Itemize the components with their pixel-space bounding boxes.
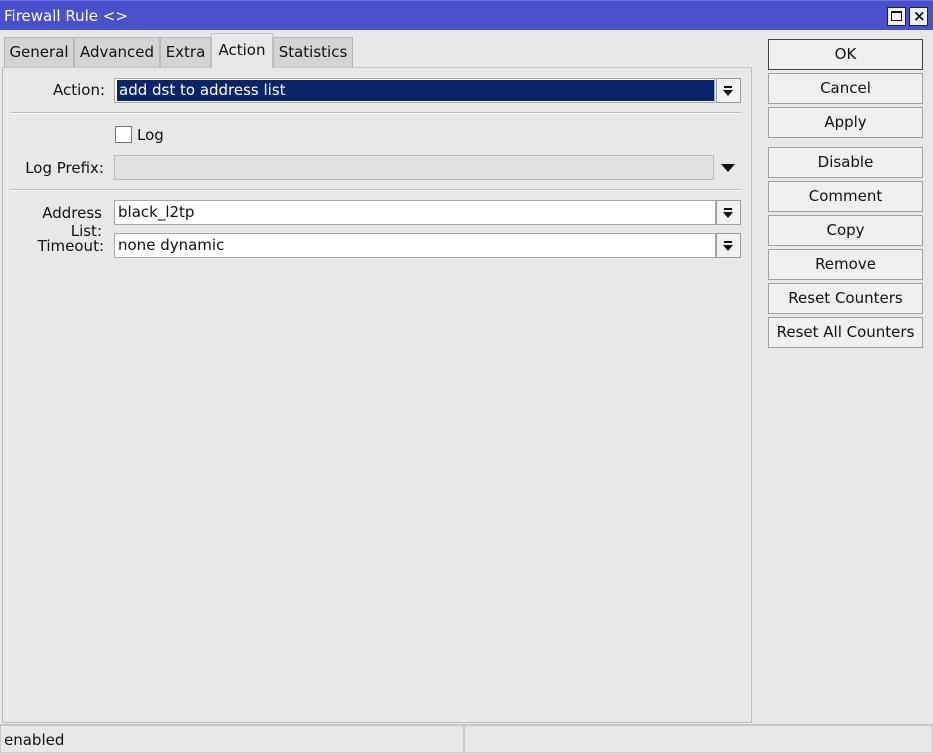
address-list-input[interactable]: black_l2tp — [114, 200, 716, 225]
chevron-down-icon[interactable] — [716, 233, 741, 258]
separator — [10, 112, 741, 114]
tab-label: Advanced — [79, 43, 155, 61]
apply-button[interactable]: Apply — [768, 107, 923, 138]
chevron-down-icon[interactable] — [716, 78, 741, 103]
timeout-label: Timeout: — [37, 237, 104, 255]
status-right — [464, 725, 933, 753]
tab-advanced[interactable]: Advanced — [74, 37, 160, 67]
close-icon[interactable]: × — [909, 7, 928, 26]
status-bar: enabled — [0, 724, 933, 753]
log-label: Log — [137, 126, 164, 144]
comment-button[interactable]: Comment — [768, 181, 923, 212]
address-list-label: Address List: — [42, 204, 102, 240]
close-glyph: × — [913, 7, 926, 25]
tab-label: Statistics — [278, 43, 348, 61]
reset-counters-button[interactable]: Reset Counters — [768, 283, 923, 314]
maximize-icon[interactable] — [887, 7, 906, 26]
log-prefix-label: Log Prefix: — [25, 159, 104, 177]
tab-label: Action — [218, 41, 266, 59]
copy-button[interactable]: Copy — [768, 215, 923, 246]
status-left: enabled — [0, 725, 464, 753]
timeout-input[interactable]: none dynamic — [114, 233, 716, 258]
action-select[interactable]: add dst to address list — [114, 78, 715, 103]
disable-button[interactable]: Disable — [768, 147, 923, 178]
tab-extra[interactable]: Extra — [160, 37, 211, 67]
tab-general[interactable]: General — [4, 37, 74, 67]
remove-button[interactable]: Remove — [768, 249, 923, 280]
window-title: Firewall Rule <> — [4, 7, 128, 25]
title-bar[interactable]: Firewall Rule <> × — [0, 0, 933, 30]
reset-all-counters-button[interactable]: Reset All Counters — [768, 317, 923, 348]
tab-statistics[interactable]: Statistics — [273, 37, 353, 67]
log-checkbox[interactable] — [115, 126, 132, 143]
separator — [10, 189, 741, 191]
tab-label: General — [9, 43, 69, 61]
log-prefix-input[interactable] — [114, 155, 714, 180]
chevron-down-icon[interactable] — [716, 200, 741, 225]
tab-action[interactable]: Action — [211, 33, 273, 68]
chevron-down-icon[interactable] — [721, 164, 735, 172]
action-value: add dst to address list — [117, 80, 714, 101]
tab-label: Extra — [165, 43, 206, 61]
action-label: Action: — [52, 81, 105, 99]
ok-button[interactable]: OK — [768, 39, 923, 70]
cancel-button[interactable]: Cancel — [768, 73, 923, 104]
